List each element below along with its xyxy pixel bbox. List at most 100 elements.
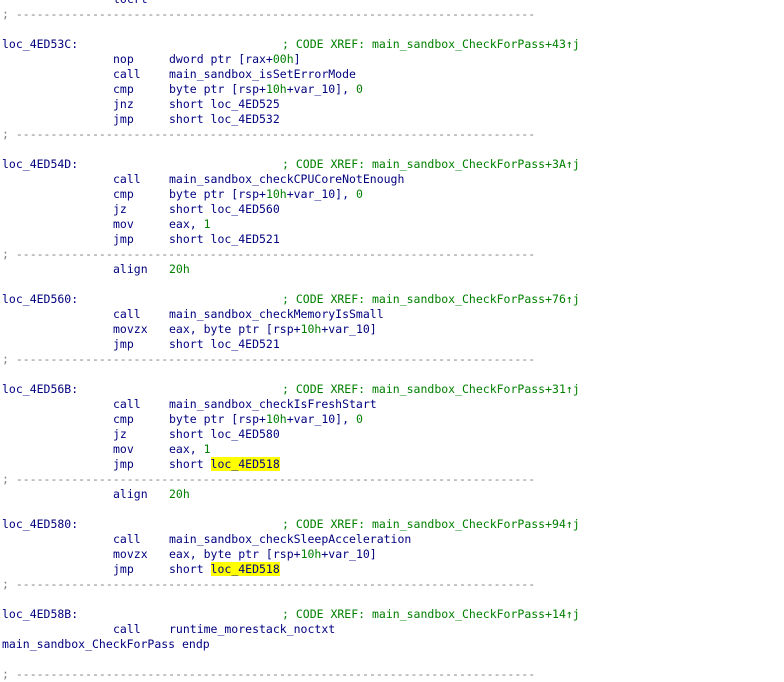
operand-text[interactable]: short loc_4ED525 bbox=[169, 97, 280, 111]
mnemonic: jz bbox=[113, 427, 127, 441]
instruction-line[interactable]: call runtime_morestack_noctxt bbox=[0, 622, 784, 637]
instruction-line[interactable]: call main_sandbox_checkSleepAcceleration bbox=[0, 532, 784, 547]
operands[interactable]: short loc_4ED521 bbox=[169, 232, 280, 247]
instruction-line[interactable]: jz short loc_4ED560 bbox=[0, 202, 784, 217]
instruction-line[interactable]: movzx eax, byte ptr [rsp+10h+var_10] bbox=[0, 322, 784, 337]
operand-text[interactable]: +var_10], bbox=[287, 82, 356, 96]
operands[interactable]: short loc_4ED518 bbox=[169, 562, 280, 577]
instruction-line[interactable]: jmp short loc_4ED521 bbox=[0, 232, 784, 247]
mnemonic: cmp bbox=[113, 82, 134, 96]
operand-text[interactable]: byte ptr [rsp+ bbox=[169, 187, 266, 201]
operand-text[interactable]: main_sandbox_checkMemoryIsSmall bbox=[169, 307, 384, 321]
instruction-line[interactable]: nop dword ptr [rax+00h] bbox=[0, 52, 784, 67]
operand-text[interactable]: dword ptr [rax+ bbox=[169, 52, 273, 66]
code-label-line[interactable]: loc_4ED53C: ; CODE XREF: main_sandbox_Che… bbox=[0, 37, 784, 52]
code-label-line[interactable]: loc_4ED54D: ; CODE XREF: main_sandbox_Che… bbox=[0, 157, 784, 172]
operand-text[interactable]: short loc_4ED580 bbox=[169, 427, 280, 441]
operand-text[interactable]: main_sandbox_isSetErrorMode bbox=[169, 67, 356, 81]
instruction-line[interactable]: jnz short loc_4ED525 bbox=[0, 97, 784, 112]
operand-text[interactable]: short bbox=[169, 562, 211, 576]
proc-end: main_sandbox_CheckForPass endp bbox=[2, 637, 210, 651]
operands[interactable]: short loc_4ED525 bbox=[169, 97, 280, 112]
mnemonic: mov bbox=[113, 217, 134, 231]
operands[interactable]: short loc_4ED560 bbox=[169, 202, 280, 217]
separator-line: ; --------------------------------------… bbox=[0, 7, 784, 22]
operands[interactable]: runtime_morestack_noctxt bbox=[169, 622, 335, 637]
code-label-line[interactable]: loc_4ED560: ; CODE XREF: main_sandbox_Che… bbox=[0, 292, 784, 307]
operand-text[interactable]: short loc_4ED521 bbox=[169, 337, 280, 351]
xref-comment[interactable]: ; CODE XREF: main_sandbox_CheckForPass+4… bbox=[282, 37, 580, 52]
operand-text[interactable]: byte ptr [rsp+ bbox=[169, 412, 266, 426]
code-label-line[interactable]: loc_4ED580: ; CODE XREF: main_sandbox_Che… bbox=[0, 517, 784, 532]
operand-text[interactable]: byte ptr [rsp+ bbox=[169, 82, 266, 96]
instruction-line[interactable]: jmp short loc_4ED532 bbox=[0, 112, 784, 127]
instruction-line[interactable]: call main_sandbox_checkIsFreshStart bbox=[0, 397, 784, 412]
instruction-line[interactable]: mov eax, 1 bbox=[0, 442, 784, 457]
xref-comment[interactable]: ; CODE XREF: main_sandbox_CheckForPass+3… bbox=[282, 382, 580, 397]
instruction-line[interactable]: call main_sandbox_checkMemoryIsSmall bbox=[0, 307, 784, 322]
code-label[interactable]: loc_4ED54D: bbox=[2, 157, 78, 172]
instruction-line[interactable]: cmp byte ptr [rsp+10h+var_10], 0 bbox=[0, 187, 784, 202]
instruction-line[interactable]: jmp short loc_4ED518 bbox=[0, 562, 784, 577]
operand-text[interactable]: main_sandbox_checkCPUCoreNotEnough bbox=[169, 172, 404, 186]
instruction-line[interactable]: mov eax, 1 bbox=[0, 217, 784, 232]
operand-text[interactable]: short loc_4ED521 bbox=[169, 232, 280, 246]
code-label[interactable]: loc_4ED53C: bbox=[2, 37, 78, 52]
instruction-line[interactable]: jmp short loc_4ED521 bbox=[0, 337, 784, 352]
code-label[interactable]: loc_4ED560: bbox=[2, 292, 78, 307]
instruction-line[interactable]: jz short loc_4ED580 bbox=[0, 427, 784, 442]
mnemonic: jnz bbox=[113, 97, 134, 111]
xref-comment[interactable]: ; CODE XREF: main_sandbox_CheckForPass+7… bbox=[282, 292, 580, 307]
operand-text[interactable]: +var_10], bbox=[287, 187, 356, 201]
xref-comment[interactable]: ; CODE XREF: main_sandbox_CheckForPass+3… bbox=[282, 157, 580, 172]
operands[interactable]: main_sandbox_checkMemoryIsSmall bbox=[169, 307, 384, 322]
operand-text[interactable]: main_sandbox_checkIsFreshStart bbox=[169, 397, 377, 411]
xref-comment[interactable]: ; CODE XREF: main_sandbox_CheckForPass+9… bbox=[282, 517, 580, 532]
operand-text[interactable]: eax, bbox=[169, 217, 204, 231]
operand-number: 20h bbox=[169, 262, 190, 276]
operands[interactable]: byte ptr [rsp+10h+var_10], 0 bbox=[169, 187, 363, 202]
operands[interactable]: byte ptr [rsp+10h+var_10], 0 bbox=[169, 82, 363, 97]
operand-number: 10h bbox=[265, 187, 287, 201]
code-label-line[interactable]: loc_4ED58B: ; CODE XREF: main_sandbox_Che… bbox=[0, 607, 784, 622]
instruction-line[interactable]: jmp short loc_4ED518 bbox=[0, 457, 784, 472]
operand-text[interactable]: short loc_4ED560 bbox=[169, 202, 280, 216]
code-label-line[interactable]: loc_4ED56B: ; CODE XREF: main_sandbox_Che… bbox=[0, 382, 784, 397]
code-label[interactable]: loc_4ED56B: bbox=[2, 382, 78, 397]
xref-comment[interactable]: ; CODE XREF: main_sandbox_CheckForPass+1… bbox=[282, 607, 580, 622]
operands[interactable]: short loc_4ED521 bbox=[169, 337, 280, 352]
operands[interactable]: short loc_4ED532 bbox=[169, 112, 280, 127]
operand-text[interactable]: main_sandbox_checkSleepAcceleration bbox=[169, 532, 411, 546]
highlighted-label-ref[interactable]: loc_4ED518 bbox=[210, 562, 280, 576]
instruction-line[interactable]: call main_sandbox_isSetErrorMode bbox=[0, 67, 784, 82]
operand-text[interactable]: +var_10] bbox=[321, 322, 376, 336]
operand-text[interactable]: eax, byte ptr [rsp+ bbox=[169, 547, 301, 561]
operands[interactable]: eax, byte ptr [rsp+10h+var_10] bbox=[169, 322, 377, 337]
instruction-line[interactable]: movzx eax, byte ptr [rsp+10h+var_10] bbox=[0, 547, 784, 562]
instruction-line[interactable]: cmp byte ptr [rsp+10h+var_10], 0 bbox=[0, 82, 784, 97]
operands[interactable]: byte ptr [rsp+10h+var_10], 0 bbox=[169, 412, 363, 427]
operands[interactable]: eax, 1 bbox=[169, 217, 211, 232]
operands[interactable]: main_sandbox_checkIsFreshStart bbox=[169, 397, 377, 412]
code-label[interactable]: loc_4ED580: bbox=[2, 517, 78, 532]
operands[interactable]: short loc_4ED580 bbox=[169, 427, 280, 442]
operands[interactable]: main_sandbox_isSetErrorMode bbox=[169, 67, 356, 82]
operands[interactable]: eax, byte ptr [rsp+10h+var_10] bbox=[169, 547, 377, 562]
operands[interactable]: main_sandbox_checkSleepAcceleration bbox=[169, 532, 411, 547]
operands[interactable]: short loc_4ED518 bbox=[169, 457, 280, 472]
operand-text[interactable]: ] bbox=[294, 52, 301, 66]
code-label[interactable]: loc_4ED58B: bbox=[2, 607, 78, 622]
instruction-line[interactable]: call main_sandbox_checkCPUCoreNotEnough bbox=[0, 172, 784, 187]
highlighted-label-ref[interactable]: loc_4ED518 bbox=[210, 457, 280, 471]
operands[interactable]: main_sandbox_checkCPUCoreNotEnough bbox=[169, 172, 404, 187]
operand-text[interactable]: runtime_morestack_noctxt bbox=[169, 622, 335, 636]
operand-text[interactable]: short loc_4ED532 bbox=[169, 112, 280, 126]
operands[interactable]: eax, 1 bbox=[169, 442, 211, 457]
operand-text[interactable]: +var_10], bbox=[287, 412, 356, 426]
operands[interactable]: dword ptr [rax+00h] bbox=[169, 52, 301, 67]
instruction-line[interactable]: cmp byte ptr [rsp+10h+var_10], 0 bbox=[0, 412, 784, 427]
operand-text[interactable]: eax, bbox=[169, 442, 204, 456]
operand-text[interactable]: eax, byte ptr [rsp+ bbox=[169, 322, 301, 336]
operand-text[interactable]: short bbox=[169, 457, 211, 471]
operand-text[interactable]: +var_10] bbox=[321, 547, 376, 561]
